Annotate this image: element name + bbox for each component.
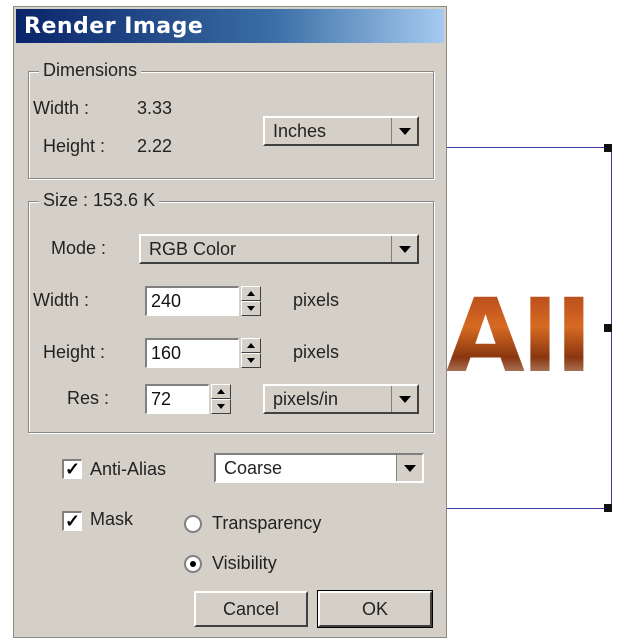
mode-label: Mode :: [51, 238, 107, 258]
width-increment-button[interactable]: [241, 286, 261, 301]
units-dropdown[interactable]: Inches: [263, 116, 419, 146]
width-decrement-button[interactable]: [241, 301, 261, 316]
size-width-label: Width :: [33, 290, 90, 310]
dim-width-value: 3.33: [137, 98, 173, 118]
chevron-down-icon[interactable]: [391, 118, 417, 144]
transparency-label: Transparency: [212, 513, 322, 533]
dialog-title: Render Image: [24, 14, 204, 39]
size-group: Size : 153.6 K Mode : RGB Color Width : …: [28, 190, 434, 433]
size-group-label: Size : 153.6 K: [39, 190, 160, 211]
dimensions-group-label: Dimensions: [39, 60, 142, 81]
chevron-down-icon[interactable]: [391, 236, 417, 262]
mask-checkbox[interactable]: ✓: [62, 511, 82, 531]
dim-height-label: Height :: [43, 136, 106, 156]
mode-dropdown[interactable]: RGB Color: [139, 234, 419, 264]
selection-bounding-box: [440, 144, 612, 512]
chevron-down-icon[interactable]: [391, 386, 417, 412]
resolution-decrement-button[interactable]: [211, 399, 231, 414]
height-stepper[interactable]: 160: [145, 338, 281, 368]
res-label: Res :: [67, 388, 110, 408]
antialias-label: Anti-Alias: [90, 459, 167, 479]
height-input[interactable]: 160: [145, 338, 239, 368]
height-increment-button[interactable]: [241, 338, 261, 353]
dimensions-group: Dimensions Width : 3.33 Height : 2.22 In…: [28, 60, 434, 179]
resolution-stepper[interactable]: 72: [145, 384, 237, 414]
resolution-increment-button[interactable]: [211, 384, 231, 399]
resolution-input[interactable]: 72: [145, 384, 209, 414]
width-unit-label: pixels: [293, 290, 340, 310]
resize-handle-right[interactable]: [604, 324, 612, 332]
height-decrement-button[interactable]: [241, 353, 261, 368]
dim-height-value: 2.22: [137, 136, 173, 156]
width-input[interactable]: 240: [145, 286, 239, 316]
antialias-checkbox[interactable]: ✓: [62, 459, 82, 479]
chevron-down-icon[interactable]: [396, 455, 422, 481]
width-stepper[interactable]: 240: [145, 286, 281, 316]
transparency-radio[interactable]: [184, 515, 202, 533]
units-dropdown-value: Inches: [273, 121, 327, 141]
height-unit-label: pixels: [293, 342, 340, 362]
antialias-dropdown-value: Coarse: [224, 458, 283, 478]
ok-button[interactable]: OK: [317, 590, 433, 628]
dim-width-label: Width :: [33, 98, 90, 118]
antialias-dropdown[interactable]: Coarse: [214, 453, 424, 483]
mode-dropdown-value: RGB Color: [149, 239, 237, 259]
mask-label: Mask: [90, 509, 134, 529]
visibility-radio[interactable]: [184, 555, 202, 573]
resize-handle-top-right[interactable]: [604, 144, 612, 152]
visibility-label: Visibility: [212, 553, 277, 573]
cancel-button[interactable]: Cancel: [194, 591, 308, 627]
dialog-titlebar[interactable]: Render Image: [16, 9, 444, 43]
resize-handle-bottom-right[interactable]: [604, 504, 612, 512]
render-image-dialog: Render Image Dimensions Width : 3.33 Hei…: [13, 6, 447, 638]
size-height-label: Height :: [43, 342, 106, 362]
canvas-area: AII: [440, 0, 626, 638]
resolution-units-dropdown[interactable]: pixels/in: [263, 384, 419, 414]
resolution-units-value: pixels/in: [273, 389, 339, 409]
